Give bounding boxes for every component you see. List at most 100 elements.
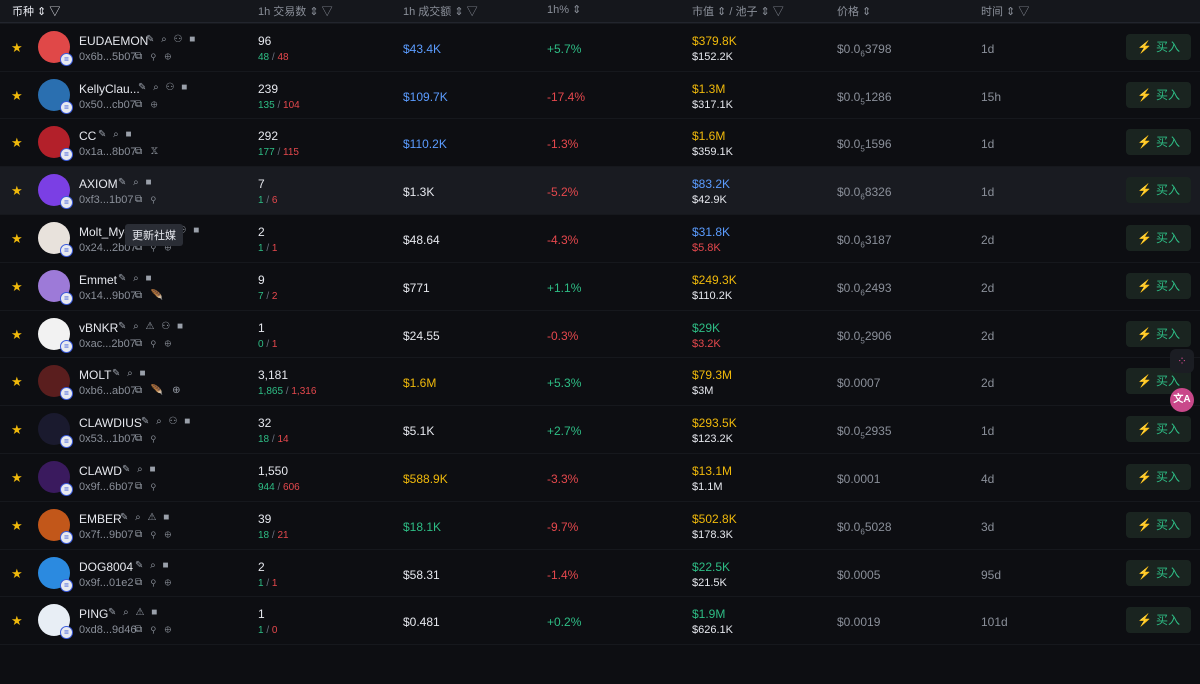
table-row[interactable]: ★ = MOLT ✎ ⌕ ■ 0xb6...ab07 ⧉ 🪶 ⊕ 3,181 1… xyxy=(0,358,1200,407)
table-row[interactable]: ★ = EUDAEMON ✎ ⌕ ⚇ ■ 0x6b...5b07 ⧉ ⚲ ⊕ 9… xyxy=(0,24,1200,72)
star-icon[interactable]: ★ xyxy=(11,88,23,104)
token-address[interactable]: 0xf3...1b07 xyxy=(79,194,133,206)
table-row[interactable]: ★ = AXIOM ✎ ⌕ ■ 0xf3...1b07 ⧉ ⚲ 7 1 / 6 … xyxy=(0,167,1200,215)
star-icon[interactable]: ★ xyxy=(11,40,23,56)
token-action-icons[interactable]: ✎ ⌕ ⚇ ■ xyxy=(138,82,189,93)
token-name[interactable]: PING xyxy=(79,607,108,621)
token-action-icons[interactable]: ✎ ⌕ ■ xyxy=(118,273,154,284)
token-address[interactable]: 0x1a...8b07 xyxy=(79,146,137,158)
token-action-icons[interactable]: ✎ ⌕ ⚇ ■ xyxy=(146,34,197,45)
table-row[interactable]: ★ = DOG8004 ✎ ⌕ ■ 0x9f...01e2 ⧉ ⚲ ⊕ 2 1 … xyxy=(0,550,1200,598)
buy-button[interactable]: ⚡买入 xyxy=(1126,463,1191,490)
buy-button[interactable]: ⚡买入 xyxy=(1126,81,1191,108)
token-action-icons[interactable]: ✎ ⌕ ■ xyxy=(135,560,171,571)
buy-button[interactable]: ⚡买入 xyxy=(1126,416,1191,443)
table-row[interactable]: ★ = CLAWDIUS ✎ ⌕ ⚇ ■ 0x53...1b07 ⧉ ⚲ 32 … xyxy=(0,406,1200,454)
token-link-icons[interactable]: ⧉ 🪶 ⊕ xyxy=(135,385,184,396)
token-address[interactable]: 0x6b...5b07 xyxy=(79,51,137,63)
buy-button[interactable]: ⚡买入 xyxy=(1126,607,1191,634)
token-address[interactable]: 0xb6...ab07 xyxy=(79,385,137,397)
tx-count: 1 xyxy=(258,607,265,622)
table-row[interactable]: ★ = KellyClau... ✎ ⌕ ⚇ ■ 0x50...cb07 ⧉ ⊕… xyxy=(0,72,1200,120)
header-volume[interactable]: 1h 成交额 ⇕ ▽ xyxy=(403,3,478,19)
token-link-icons[interactable]: ⧉ ⚲ xyxy=(135,194,159,205)
buy-button[interactable]: ⚡买入 xyxy=(1126,272,1191,299)
token-address[interactable]: 0x9f...6b07 xyxy=(79,481,133,493)
buy-button[interactable]: ⚡买入 xyxy=(1126,129,1191,156)
star-icon[interactable]: ★ xyxy=(11,279,23,295)
token-name[interactable]: KellyClau... xyxy=(79,82,140,96)
token-age: 2d xyxy=(981,280,995,295)
header-mcap-pool[interactable]: 市值 ⇕ / 池子 ⇕ ▽ xyxy=(692,3,784,19)
token-action-icons[interactable]: ✎ ⌕ ■ xyxy=(122,464,158,475)
token-address[interactable]: 0x53...1b07 xyxy=(79,433,137,445)
token-name[interactable]: CLAWD xyxy=(79,464,122,478)
token-link-icons[interactable]: ⧉ ⚲ ⊕ xyxy=(135,577,174,588)
price: $0.063798 xyxy=(837,42,892,58)
translate-icon[interactable]: 文A xyxy=(1170,388,1194,412)
apps-icon[interactable]: ⁘ xyxy=(1170,349,1194,373)
buy-button[interactable]: ⚡买入 xyxy=(1126,177,1191,204)
tx-count: 2 xyxy=(258,224,265,239)
token-name[interactable]: vBNKR xyxy=(79,321,118,335)
star-icon[interactable]: ★ xyxy=(11,613,23,629)
table-row[interactable]: ★ = Emmet ✎ ⌕ ■ 0x14...9b07 ⧉ 🪶 9 7 / 2 … xyxy=(0,263,1200,311)
token-name[interactable]: DOG8004 xyxy=(79,560,133,574)
token-address[interactable]: 0xd8...9d46 xyxy=(79,624,137,636)
token-address[interactable]: 0xac...2b07 xyxy=(79,338,136,350)
token-name[interactable]: AXIOM xyxy=(79,177,118,191)
token-name[interactable]: EUDAEMON xyxy=(79,34,148,48)
table-row[interactable]: ★ = vBNKR ✎ ⌕ ⚠ ⚇ ■ 0xac...2b07 ⧉ ⚲ ⊕ 1 … xyxy=(0,311,1200,359)
token-link-icons[interactable]: ⧉ ⚲ ⊕ xyxy=(135,338,174,349)
token-action-icons[interactable]: ✎ ⌕ ⚠ ■ xyxy=(120,512,171,523)
star-icon[interactable]: ★ xyxy=(11,566,23,582)
header-time[interactable]: 时间 ⇕ ▽ xyxy=(981,3,1029,19)
token-name[interactable]: Emmet xyxy=(79,273,117,287)
star-icon[interactable]: ★ xyxy=(11,518,23,534)
table-row[interactable]: ★ = PING ✎ ⌕ ⚠ ■ 0xd8...9d46 ⧉ ⚲ ⊕ 1 1 /… xyxy=(0,597,1200,646)
token-link-icons[interactable]: ⧉ ⚲ ⊕ xyxy=(135,624,174,635)
token-action-icons[interactable]: ✎ ⌕ ■ xyxy=(118,177,154,188)
token-action-icons[interactable]: ✎ ⌕ ⚠ ⚇ ■ xyxy=(118,321,185,332)
token-address[interactable]: 0x50...cb07 xyxy=(79,99,136,111)
token-name[interactable]: CC xyxy=(79,129,96,143)
token-link-icons[interactable]: ⧉ ⚲ ⊕ xyxy=(135,51,174,62)
star-icon[interactable]: ★ xyxy=(11,470,23,486)
header-change[interactable]: 1h% ⇕ xyxy=(547,3,581,16)
star-icon[interactable]: ★ xyxy=(11,422,23,438)
buy-sell-count: 944 / 606 xyxy=(258,482,300,493)
token-address[interactable]: 0x14...9b07 xyxy=(79,290,137,302)
star-icon[interactable]: ★ xyxy=(11,135,23,151)
star-icon[interactable]: ★ xyxy=(11,327,23,343)
buy-button[interactable]: ⚡买入 xyxy=(1126,320,1191,347)
table-row[interactable]: ★ = CLAWD ✎ ⌕ ■ 0x9f...6b07 ⧉ ⚲ 1,550 94… xyxy=(0,454,1200,502)
token-link-icons[interactable]: ⧉ ⚲ ⊕ xyxy=(135,529,174,540)
chain-badge-icon: = xyxy=(60,482,73,496)
table-row[interactable]: ★ = CC ✎ ⌕ ■ 0x1a...8b07 ⧉ 𝕏 292 177 / 1… xyxy=(0,119,1200,168)
token-link-icons[interactable]: ⧉ ⚲ xyxy=(135,481,159,492)
buy-button[interactable]: ⚡买入 xyxy=(1126,511,1191,538)
token-action-icons[interactable]: ✎ ⌕ ⚠ ■ xyxy=(108,607,159,618)
table-row[interactable]: ★ = EMBER ✎ ⌕ ⚠ ■ 0x7f...9b07 ⧉ ⚲ ⊕ 39 1… xyxy=(0,502,1200,550)
buy-button[interactable]: ⚡买入 xyxy=(1126,33,1191,60)
header-coin[interactable]: 币种 ⇕ ▽ xyxy=(12,3,60,19)
token-action-icons[interactable]: ✎ ⌕ ⚇ ■ xyxy=(141,416,192,427)
buy-button[interactable]: ⚡买入 xyxy=(1126,224,1191,251)
token-link-icons[interactable]: ⧉ ⊕ xyxy=(135,99,160,110)
star-icon[interactable]: ★ xyxy=(11,183,23,199)
token-link-icons[interactable]: ⧉ 𝕏 xyxy=(135,146,161,157)
token-link-icons[interactable]: ⧉ ⚲ xyxy=(135,433,159,444)
token-action-icons[interactable]: ✎ ⌕ ■ xyxy=(112,368,148,379)
token-address[interactable]: 0x9f...01e2 xyxy=(79,577,133,589)
token-link-icons[interactable]: ⧉ 🪶 xyxy=(135,290,166,301)
token-name[interactable]: CLAWDIUS xyxy=(79,416,142,430)
header-tx-count[interactable]: 1h 交易数 ⇕ ▽ xyxy=(258,3,333,19)
token-name[interactable]: EMBER xyxy=(79,512,122,526)
token-name[interactable]: MOLT xyxy=(79,368,111,382)
star-icon[interactable]: ★ xyxy=(11,374,23,390)
star-icon[interactable]: ★ xyxy=(11,231,23,247)
header-price[interactable]: 价格 ⇕ xyxy=(837,3,871,19)
buy-button[interactable]: ⚡买入 xyxy=(1126,559,1191,586)
token-action-icons[interactable]: ✎ ⌕ ■ xyxy=(98,129,134,140)
token-address[interactable]: 0x7f...9b07 xyxy=(79,529,133,541)
